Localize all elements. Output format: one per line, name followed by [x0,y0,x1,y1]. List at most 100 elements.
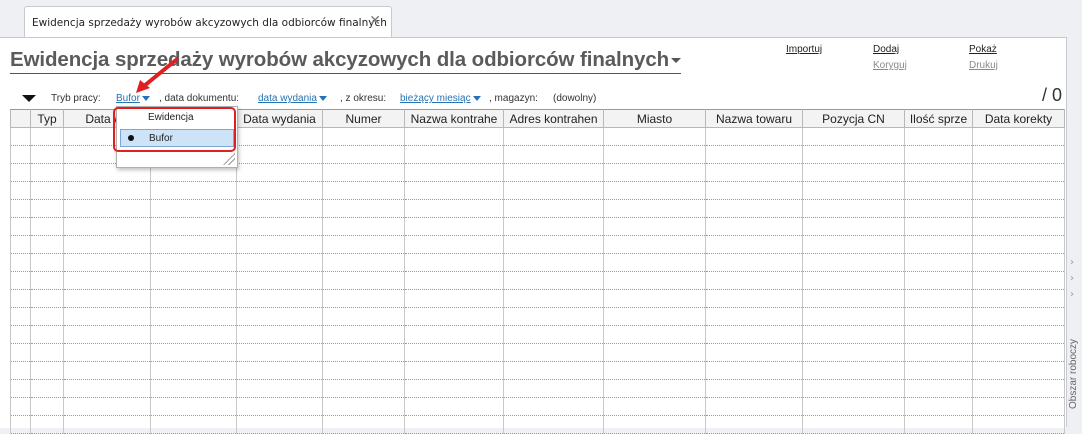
table-cell[interactable] [30,217,64,236]
table-cell[interactable] [236,325,323,344]
column-header[interactable]: Adres kontrahen [503,109,604,128]
table-cell[interactable] [322,289,405,308]
table-row[interactable] [10,415,1065,434]
table-cell[interactable] [603,217,706,236]
table-cell[interactable] [63,271,151,290]
table-cell[interactable] [236,253,323,272]
table-cell[interactable] [904,325,973,344]
table-cell[interactable] [503,253,604,272]
table-cell[interactable] [150,181,237,200]
table-cell[interactable] [63,361,151,380]
column-header[interactable]: Typ [30,109,64,128]
table-row[interactable] [10,343,1065,362]
table-cell[interactable] [705,343,803,362]
column-header[interactable]: Data korekty [972,109,1065,128]
table-cell[interactable] [10,127,31,146]
table-cell[interactable] [972,199,1065,218]
table-cell[interactable] [236,361,323,380]
table-cell[interactable] [705,217,803,236]
table-cell[interactable] [603,397,706,416]
table-cell[interactable] [705,145,803,164]
table-cell[interactable] [904,343,973,362]
table-cell[interactable] [503,145,604,164]
table-cell[interactable] [802,415,905,434]
table-cell[interactable] [503,397,604,416]
table-cell[interactable] [802,181,905,200]
table-cell[interactable] [10,199,31,218]
table-cell[interactable] [236,379,323,398]
table-cell[interactable] [802,235,905,254]
table-cell[interactable] [904,145,973,164]
table-cell[interactable] [603,253,706,272]
table-row[interactable] [10,289,1065,308]
table-cell[interactable] [322,181,405,200]
table-cell[interactable] [603,271,706,290]
table-cell[interactable] [705,325,803,344]
table-cell[interactable] [322,343,405,362]
table-cell[interactable] [10,289,31,308]
table-cell[interactable] [63,343,151,362]
mode-select[interactable]: Bufor [116,93,150,104]
table-cell[interactable] [236,127,323,146]
table-cell[interactable] [63,379,151,398]
table-cell[interactable] [802,289,905,308]
table-cell[interactable] [503,343,604,362]
table-cell[interactable] [603,343,706,362]
table-cell[interactable] [10,415,31,434]
table-cell[interactable] [404,145,504,164]
table-cell[interactable] [404,325,504,344]
table-cell[interactable] [972,163,1065,182]
close-icon[interactable]: ✕ [369,13,381,29]
table-cell[interactable] [236,307,323,326]
table-cell[interactable] [802,199,905,218]
table-cell[interactable] [904,379,973,398]
table-cell[interactable] [802,343,905,362]
table-cell[interactable] [503,217,604,236]
table-cell[interactable] [503,163,604,182]
table-cell[interactable] [802,325,905,344]
table-cell[interactable] [503,307,604,326]
tab-ewidencja[interactable]: Ewidencja sprzedaży wyrobów akcyzowych d… [24,6,392,38]
table-cell[interactable] [30,199,64,218]
table-cell[interactable] [10,163,31,182]
warehouse-value[interactable]: (dowolny) [553,93,596,104]
table-cell[interactable] [802,379,905,398]
table-row[interactable] [10,235,1065,254]
table-cell[interactable] [904,361,973,380]
table-cell[interactable] [63,181,151,200]
table-cell[interactable] [972,379,1065,398]
import-link[interactable]: Importuj [786,44,822,55]
table-cell[interactable] [322,199,405,218]
table-cell[interactable] [150,379,237,398]
table-row[interactable] [10,271,1065,290]
table-cell[interactable] [503,181,604,200]
table-cell[interactable] [972,271,1065,290]
page-title[interactable]: Ewidencja sprzedaży wyrobów akcyzowych d… [10,48,682,74]
table-cell[interactable] [150,325,237,344]
table-cell[interactable] [150,289,237,308]
table-cell[interactable] [972,253,1065,272]
table-cell[interactable] [972,397,1065,416]
table-cell[interactable] [10,253,31,272]
table-cell[interactable] [603,361,706,380]
table-cell[interactable] [30,235,64,254]
column-header[interactable]: Numer [322,109,405,128]
table-cell[interactable] [904,271,973,290]
table-cell[interactable] [236,217,323,236]
print-link[interactable]: Drukuj [969,60,998,71]
table-cell[interactable] [10,325,31,344]
table-cell[interactable] [404,235,504,254]
table-cell[interactable] [404,199,504,218]
table-cell[interactable] [30,361,64,380]
table-cell[interactable] [503,415,604,434]
table-cell[interactable] [802,253,905,272]
table-cell[interactable] [603,379,706,398]
table-cell[interactable] [322,415,405,434]
table-cell[interactable] [30,415,64,434]
resize-grip-icon[interactable] [223,153,235,165]
table-cell[interactable] [603,145,706,164]
table-cell[interactable] [30,325,64,344]
column-header[interactable]: Miasto [603,109,706,128]
table-cell[interactable] [322,307,405,326]
table-cell[interactable] [404,379,504,398]
